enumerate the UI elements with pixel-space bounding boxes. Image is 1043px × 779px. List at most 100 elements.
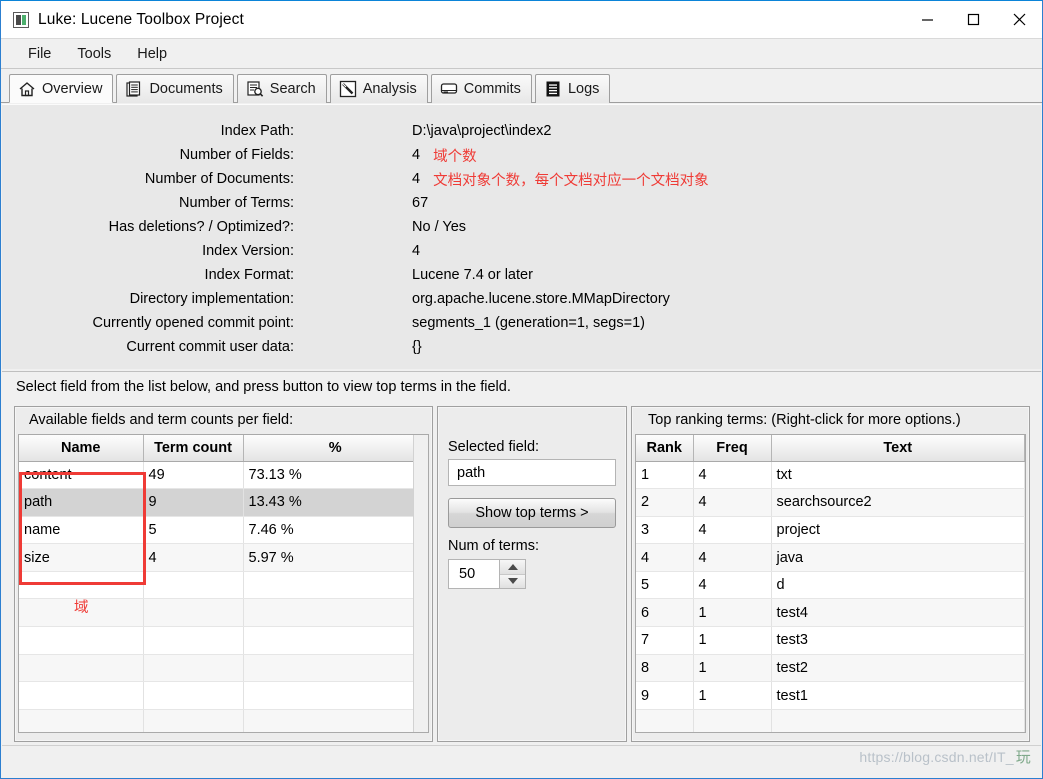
term-freq: 4 xyxy=(693,516,772,545)
window-controls xyxy=(904,1,1042,38)
table-row[interactable]: 6 1 test4 xyxy=(636,598,1025,628)
fields-col-name[interactable]: Name xyxy=(19,435,144,462)
app-window: Luke: Lucene Toolbox Project File Tools … xyxy=(0,0,1043,779)
field-name: size xyxy=(19,543,144,572)
tab-documents[interactable]: Documents xyxy=(116,74,234,103)
fields-col-term-count[interactable]: Term count xyxy=(143,435,244,462)
term-rank: 6 xyxy=(636,598,694,628)
tab-analysis[interactable]: Analysis xyxy=(329,74,428,103)
table-row[interactable]: 9 1 test1 xyxy=(636,681,1025,710)
table-row[interactable]: 1 4 txt xyxy=(636,461,1025,490)
selected-field-label: Selected field: xyxy=(448,439,540,455)
terms-table-header-row: Rank Freq Text xyxy=(636,435,1025,462)
table-row[interactable]: name 5 7.46 % xyxy=(19,516,428,545)
tab-search[interactable]: Search xyxy=(236,74,327,103)
term-freq: 4 xyxy=(693,571,772,600)
chevron-up-icon xyxy=(507,563,518,570)
bottom-panes: Available fields and term counts per fie… xyxy=(1,401,1042,746)
table-row[interactable]: 2 4 searchsource2 xyxy=(636,488,1025,517)
num-of-terms-value[interactable]: 50 xyxy=(449,560,499,588)
spinner-up-button[interactable] xyxy=(500,560,525,575)
field-percent: 73.13 % xyxy=(243,461,428,490)
info-label: Currently opened commit point: xyxy=(92,315,295,331)
term-text: java xyxy=(771,543,1025,572)
spinner-buttons xyxy=(499,560,525,588)
disk-icon xyxy=(440,80,458,98)
tab-label-overview: Overview xyxy=(42,80,103,97)
table-row[interactable]: 8 1 test2 xyxy=(636,654,1025,683)
terms-col-freq[interactable]: Freq xyxy=(693,435,772,462)
table-row-empty[interactable] xyxy=(19,681,428,710)
spinner-down-button[interactable] xyxy=(500,574,525,588)
term-freq: 1 xyxy=(693,681,772,710)
field-percent: 5.97 % xyxy=(243,543,428,572)
table-row[interactable]: size 4 5.97 % xyxy=(19,543,428,572)
table-row[interactable]: 4 4 java xyxy=(636,543,1025,572)
table-row-empty[interactable] xyxy=(19,626,428,655)
watermark-url: https://blog.csdn.net/IT_ xyxy=(859,749,1014,765)
terms-col-rank[interactable]: Rank xyxy=(636,435,694,462)
menu-item-tools[interactable]: Tools xyxy=(64,43,124,65)
tab-overview[interactable]: Overview xyxy=(9,74,114,103)
num-of-terms-spinner[interactable]: 50 xyxy=(448,559,526,589)
info-value: 4 xyxy=(412,171,421,187)
table-row[interactable]: 3 4 project xyxy=(636,516,1025,545)
tab-commits[interactable]: Commits xyxy=(430,74,532,103)
term-text: txt xyxy=(771,461,1025,490)
info-row: Number of Documents: 4 文档对象个数，每个文档对应一个文档… xyxy=(2,167,1041,191)
info-value: D:\java\project\index2 xyxy=(412,123,552,139)
term-freq: 4 xyxy=(693,543,772,572)
search-icon xyxy=(246,80,264,98)
terms-table[interactable]: Rank Freq Text 1 4 txt 2 4 searchsource2… xyxy=(636,435,1025,732)
terms-table-wrap[interactable]: Rank Freq Text 1 4 txt 2 4 searchsource2… xyxy=(635,434,1026,733)
term-rank: 8 xyxy=(636,654,694,683)
fields-col-percent[interactable]: % xyxy=(243,435,428,462)
home-icon xyxy=(18,80,36,98)
fields-table[interactable]: Name Term count % content 49 73.13 % pat… xyxy=(19,435,428,732)
top-terms-panel: Top ranking terms: (Right-click for more… xyxy=(631,406,1030,742)
table-row[interactable]: content 49 73.13 % xyxy=(19,461,428,490)
wand-icon xyxy=(339,80,357,98)
menu-item-file[interactable]: File xyxy=(15,43,64,65)
selected-field-input[interactable]: path xyxy=(448,459,616,486)
num-of-terms-label: Num of terms: xyxy=(448,538,540,554)
term-text: test1 xyxy=(771,681,1025,710)
show-top-terms-button[interactable]: Show top terms > xyxy=(448,498,616,528)
documents-icon xyxy=(125,80,143,98)
logs-icon xyxy=(544,80,562,98)
minimize-button[interactable] xyxy=(904,1,950,38)
table-row-empty[interactable] xyxy=(19,709,428,732)
info-value: 4 xyxy=(412,243,421,259)
table-row-empty[interactable] xyxy=(19,571,428,600)
tab-logs[interactable]: Logs xyxy=(534,74,611,103)
table-row-empty[interactable] xyxy=(19,654,428,683)
maximize-button[interactable] xyxy=(950,1,996,38)
info-label: Has deletions? / Optimized?: xyxy=(108,219,294,235)
fields-table-wrap[interactable]: Name Term count % content 49 73.13 % pat… xyxy=(18,434,429,733)
table-row[interactable]: 7 1 test3 xyxy=(636,626,1025,655)
terms-col-text[interactable]: Text xyxy=(771,435,1025,462)
available-fields-panel: Available fields and term counts per fie… xyxy=(14,406,433,742)
table-row-empty[interactable] xyxy=(636,709,1025,732)
field-name: content xyxy=(19,461,144,490)
title-bar: Luke: Lucene Toolbox Project xyxy=(1,1,1042,39)
fields-table-scrollbar[interactable] xyxy=(413,435,428,732)
field-term-count: 49 xyxy=(143,461,244,490)
menu-item-help[interactable]: Help xyxy=(124,43,180,65)
field-percent: 13.43 % xyxy=(243,488,428,517)
info-row: Number of Fields: 4 域个数 xyxy=(2,143,1041,167)
close-button[interactable] xyxy=(996,1,1042,38)
info-row: Directory implementation: org.apache.luc… xyxy=(2,287,1041,311)
watermark-suffix: 玩 xyxy=(1015,749,1031,766)
table-row[interactable]: path 9 13.43 % xyxy=(19,488,428,517)
info-row: Currently opened commit point: segments_… xyxy=(2,311,1041,335)
term-text: test3 xyxy=(771,626,1025,655)
table-row[interactable]: 5 4 d xyxy=(636,571,1025,600)
field-term-count: 9 xyxy=(143,488,244,517)
watermark: https://blog.csdn.net/IT_ 玩 xyxy=(859,746,1031,767)
term-rank: 4 xyxy=(636,543,694,572)
tab-label-commits: Commits xyxy=(463,81,521,97)
tab-label-documents: Documents xyxy=(149,81,223,97)
info-label: Index Format: xyxy=(204,267,294,283)
info-value: 67 xyxy=(412,195,429,211)
